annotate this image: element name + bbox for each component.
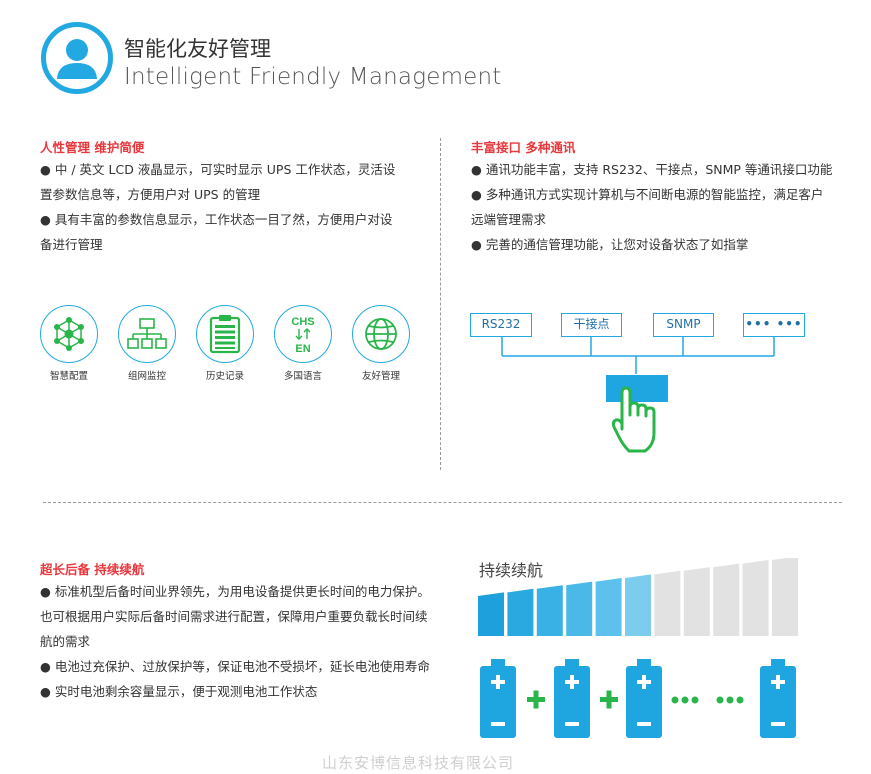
pointing-hand-icon — [611, 386, 656, 453]
section-title-management: 人性管理 维护简便 — [40, 140, 145, 155]
user-icon — [57, 39, 97, 79]
ports-connector-lines — [501, 336, 775, 374]
battery-row — [480, 659, 796, 738]
plus-icon — [527, 690, 545, 709]
battery-icon — [760, 659, 796, 738]
endurance-bar — [713, 563, 740, 636]
feature-smart-config: 智慧配置 — [36, 305, 102, 382]
endurance-bar — [566, 581, 593, 636]
section-right-text: ● 通讯功能丰富，支持 RS232、干接点，SNMP 等通讯接口功能 ● 多种通… — [471, 157, 832, 257]
feature-multi-language: CHS EN 多国语言 — [270, 305, 336, 382]
text-line: ● 实时电池剩余容量显示，便于观测电池工作状态 — [40, 684, 318, 699]
section-bottom-text: ● 标准机型后备时间业界领先，为用电设备提供更长时间的电力保护。 也可根据用户实… — [40, 579, 430, 704]
port-more: ••• ••• — [743, 313, 805, 337]
endurance-bar — [654, 570, 681, 636]
feature-circle — [118, 305, 176, 363]
language-text-bottom: EN — [295, 343, 310, 355]
ellipsis-dots — [716, 696, 744, 704]
feature-circle: CHS EN — [274, 305, 332, 363]
endurance-bar — [683, 567, 710, 636]
feature-label: 友好管理 — [361, 371, 400, 382]
text-line: ● 中 / 英文 LCD 液晶显示，可实时显示 UPS 工作状态，灵活设 — [40, 162, 396, 177]
ellipsis-dots — [671, 696, 699, 704]
text-line: 置参数信息等，方便用户对 UPS 的管理 — [40, 187, 261, 202]
text-line: ● 标准机型后备时间业界领先，为用电设备提供更长时间的电力保护。 — [40, 584, 430, 599]
feature-network-monitor: 组网监控 — [114, 305, 180, 382]
feature-label: 多国语言 — [283, 371, 322, 382]
battery-icon — [554, 659, 590, 738]
text-line: 也可根据用户实际后备时间需求进行配置，保障用户重要负载长时间续 — [40, 609, 428, 624]
clipboard-icon — [209, 315, 241, 354]
text-line: 备进行管理 — [40, 237, 103, 252]
feature-circle — [196, 305, 254, 363]
text-line: ● 多种通讯方式实现计算机与不间断电源的智能监控，满足客户 — [471, 187, 824, 202]
feature-circle — [40, 305, 98, 363]
endurance-bar — [772, 558, 798, 636]
network-hub-icon — [54, 317, 84, 351]
language-text-top: CHS — [291, 316, 314, 328]
feature-label: 智慧配置 — [49, 371, 88, 382]
feature-history: 历史记录 — [192, 305, 258, 382]
battery-icon — [480, 659, 516, 738]
battery-icon — [626, 659, 662, 738]
endurance-bars — [478, 558, 798, 636]
header-user-icon-circle — [41, 22, 113, 94]
port-dry-contact: 干接点 — [561, 313, 622, 337]
endurance-bar — [625, 574, 651, 636]
feature-friendly-management: 友好管理 — [348, 305, 414, 382]
globe-icon — [365, 318, 397, 350]
text-line: ● 完善的通信管理功能，让您对设备状态了如指掌 — [471, 237, 749, 252]
section-title-interfaces: 丰富接口 多种通讯 — [471, 140, 576, 155]
section-left-text: ● 中 / 英文 LCD 液晶显示，可实时显示 UPS 工作状态，灵活设 置参数… — [40, 157, 395, 257]
language-icon: CHS EN — [291, 316, 314, 355]
endurance-bar — [507, 588, 534, 636]
watermark: 山东安博信息科技有限公司 — [322, 754, 515, 772]
text-line: ● 通讯功能丰富，支持 RS232、干接点，SNMP 等通讯接口功能 — [471, 162, 833, 177]
page-title-en: Intelligent Friendly Management — [124, 64, 502, 90]
port-snmp: SNMP — [653, 313, 714, 337]
org-chart-icon — [127, 318, 167, 349]
text-line: 远端管理需求 — [471, 212, 547, 227]
vertical-divider — [440, 138, 441, 470]
horizontal-divider — [43, 502, 842, 503]
port-rs232: RS232 — [470, 313, 532, 337]
endurance-bar — [536, 585, 563, 636]
feature-label: 组网监控 — [127, 371, 166, 382]
feature-circle — [352, 305, 410, 363]
text-line: ● 电池过充保护、过放保护等，保证电池不受损坏，延长电池使用寿命 — [40, 659, 430, 674]
endurance-bar — [595, 578, 622, 636]
text-line: ● 具有丰富的参数信息显示，工作状态一目了然，方便用户对设 — [40, 212, 393, 227]
feature-label: 历史记录 — [205, 371, 244, 382]
text-line: 航的需求 — [40, 634, 91, 649]
section-title-backup: 超长后备 持续续航 — [40, 562, 145, 577]
endurance-bar — [478, 592, 504, 636]
plus-icon — [600, 690, 618, 709]
endurance-bar — [742, 560, 769, 636]
page-title-cn: 智能化友好管理 — [124, 37, 271, 61]
